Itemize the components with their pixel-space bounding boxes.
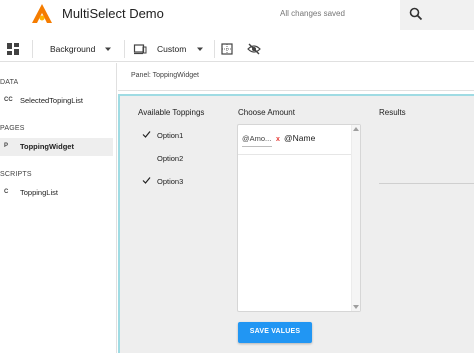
- topping-option[interactable]: Option1: [138, 128, 228, 142]
- app-logo-icon: [32, 4, 52, 23]
- topping-name-label: @Name: [284, 133, 316, 143]
- device-icon[interactable]: [133, 42, 147, 56]
- sidebar-item-label: ToppingWidget: [20, 142, 74, 151]
- topping-label: Option1: [157, 131, 184, 140]
- sidebar-section-data: DATA: [0, 79, 19, 86]
- sidebar-item-selectedtopinglist[interactable]: CC SelectedTopingList: [0, 92, 113, 110]
- grid-icon[interactable]: [220, 42, 234, 56]
- available-toppings-heading: Available Toppings: [138, 108, 205, 117]
- app-bar: MultiSelect Demo All changes saved: [0, 0, 474, 30]
- choose-amount-heading: Choose Amount: [238, 108, 295, 117]
- topping-label: Option3: [157, 177, 184, 186]
- amount-list[interactable]: @Amo... x @Name: [237, 124, 361, 312]
- sidebar-item-toppinglist[interactable]: C ToppingList: [0, 184, 113, 202]
- scrollbar[interactable]: [351, 125, 360, 311]
- save-values-button[interactable]: SAVE VALUES: [238, 322, 312, 343]
- background-select[interactable]: Background: [50, 44, 95, 54]
- toolbar-divider: [32, 40, 33, 58]
- breadcrumb: Panel: ToppingWidget: [131, 72, 199, 79]
- amount-row: @Amo... x @Name: [238, 125, 351, 155]
- remove-icon[interactable]: x: [276, 136, 280, 143]
- sidebar-item-toppingwidget[interactable]: P ToppingWidget: [0, 138, 113, 156]
- check-icon: [142, 131, 151, 138]
- client-script-icon: C: [4, 189, 9, 195]
- sidebar-item-label: SelectedTopingList: [20, 96, 83, 105]
- amount-input[interactable]: @Amo...: [242, 131, 272, 147]
- check-icon: [142, 177, 151, 184]
- size-select[interactable]: Custom: [157, 44, 186, 54]
- sidebar-section-scripts: SCRIPTS: [0, 171, 32, 178]
- sidebar-item-label: ToppingList: [20, 188, 58, 197]
- scroll-up-icon[interactable]: [353, 127, 359, 131]
- sidebar-section-pages: PAGES: [0, 125, 25, 132]
- topping-option[interactable]: Option2: [138, 151, 228, 165]
- toolbar-divider: [214, 40, 215, 58]
- chevron-down-icon[interactable]: [193, 42, 207, 56]
- sidebar: DATA CC SelectedTopingList PAGES P Toppi…: [0, 63, 117, 353]
- visibility-off-icon[interactable]: [247, 42, 261, 56]
- search-icon[interactable]: [409, 7, 423, 21]
- toolbar-divider: [124, 40, 125, 58]
- save-status: All changes saved: [280, 9, 345, 18]
- scroll-down-icon[interactable]: [353, 305, 359, 309]
- chevron-down-icon[interactable]: [101, 42, 115, 56]
- topping-option[interactable]: Option3: [138, 174, 228, 188]
- save-values-label: SAVE VALUES: [249, 328, 301, 335]
- results-heading: Results: [379, 108, 406, 117]
- page-icon: P: [4, 143, 9, 149]
- results-divider: [379, 183, 474, 184]
- client-collection-icon: CC: [4, 97, 13, 103]
- app-title: MultiSelect Demo: [62, 6, 164, 21]
- editor-toolbar: Background Custom: [0, 36, 474, 62]
- divider: [118, 90, 474, 91]
- dashboard-icon[interactable]: [6, 42, 20, 56]
- topping-label: Option2: [157, 154, 184, 163]
